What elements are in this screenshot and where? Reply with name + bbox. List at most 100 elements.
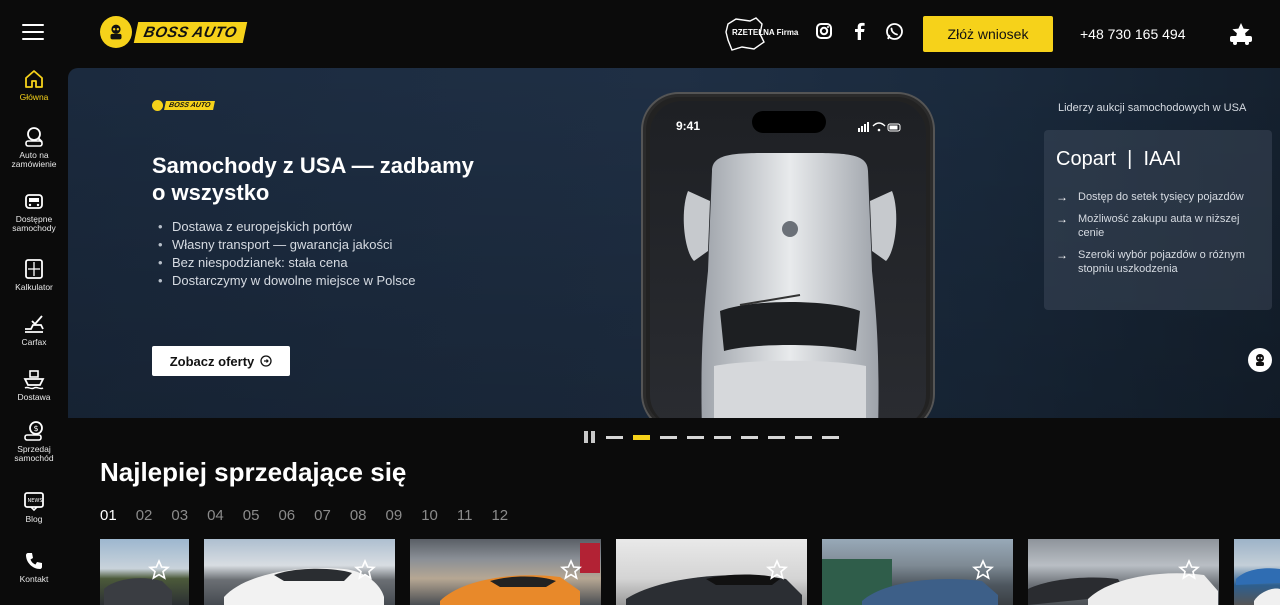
whatsapp-icon[interactable] xyxy=(885,22,905,42)
best-sellers-carousel xyxy=(100,539,1280,605)
car-card[interactable] xyxy=(1234,539,1280,605)
hero-logo-text: BOSS AUTO xyxy=(164,101,216,110)
sidebar-item-label: Dostawa xyxy=(17,392,51,402)
page-number[interactable]: 11 xyxy=(457,507,473,524)
page-number[interactable]: 10 xyxy=(421,507,438,524)
favorite-star-icon[interactable] xyxy=(148,559,170,581)
car-card[interactable] xyxy=(410,539,601,605)
hero-bullet: Bez niespodzianek: stała cena xyxy=(152,254,415,272)
slide-dot-active[interactable] xyxy=(633,434,650,440)
slide-dot[interactable] xyxy=(606,435,623,439)
favorite-star-icon[interactable] xyxy=(1178,559,1200,581)
auction-point: Szeroki wybór pojazdów o różnym stopniu … xyxy=(1056,248,1261,276)
sidebar-item-label: Auto na zamówienie xyxy=(11,150,57,169)
sidebar-item-sprzedaj-samochod[interactable]: $ Sprzedaj samochód xyxy=(0,420,68,463)
instagram-icon[interactable] xyxy=(815,22,835,42)
hero-bullet: Dostawa z europejskich portów xyxy=(152,218,415,236)
slide-dot[interactable] xyxy=(768,435,785,439)
see-offers-button[interactable]: Zobacz oferty xyxy=(152,346,290,376)
hero-tagline: Liderzy aukcji samochodowych w USA xyxy=(1058,102,1247,114)
submit-request-button[interactable]: Złóż wniosek xyxy=(923,16,1053,52)
slider-pagination xyxy=(584,431,839,443)
page-number[interactable]: 07 xyxy=(314,507,331,524)
phone-icon xyxy=(26,553,42,569)
car-card[interactable] xyxy=(616,539,807,605)
page-number[interactable]: 03 xyxy=(171,507,188,524)
favorite-star-icon[interactable] xyxy=(354,559,376,581)
phone-mockup: 9:41 xyxy=(643,94,933,418)
car-top-view-image xyxy=(683,152,897,418)
hero-bullet-list: Dostawa z europejskich portów Własny tra… xyxy=(152,218,415,290)
hero-title: Samochody z USA — zadbamy o wszystko xyxy=(152,153,474,205)
best-sellers-pager: 01 02 03 04 05 06 07 08 09 10 11 12 xyxy=(100,507,527,524)
page-number[interactable]: 09 xyxy=(386,507,403,524)
hero-logo: BOSS AUTO xyxy=(152,100,216,111)
slide-dot[interactable] xyxy=(795,435,812,439)
phone-number-link[interactable]: +48 730 165 494 xyxy=(1080,26,1186,42)
car-front-icon xyxy=(25,194,43,209)
see-offers-label: Zobacz oferty xyxy=(169,353,255,369)
favorite-star-icon[interactable] xyxy=(972,559,994,581)
car-card[interactable] xyxy=(1028,539,1219,605)
svg-text:$: $ xyxy=(34,424,39,433)
news-icon: NEWS xyxy=(24,492,44,512)
hero-bullet: Dostarczymy w dowolne miejsce w Polsce xyxy=(152,272,415,290)
sidebar-item-label: Kontakt xyxy=(19,574,49,584)
arrow-circle-icon xyxy=(260,355,272,367)
sidebar-item-label: Kalkulator xyxy=(15,282,53,292)
calculator-icon xyxy=(25,259,43,279)
sidebar-item-dostawa[interactable]: Dostawa xyxy=(0,368,68,402)
ship-icon xyxy=(23,370,45,390)
sidebar-item-label: Blog xyxy=(25,514,43,524)
car-card[interactable] xyxy=(204,539,395,605)
facebook-icon[interactable] xyxy=(852,22,872,42)
sidebar-item-dostepne-samochody[interactable]: Dostępne samochody xyxy=(0,190,68,233)
sidebar-item-kalkulator[interactable]: Kalkulator xyxy=(0,258,68,292)
menu-icon[interactable] xyxy=(22,24,44,42)
search-car-icon xyxy=(25,127,43,147)
carfax-icon xyxy=(25,315,44,333)
page-number[interactable]: 06 xyxy=(278,507,295,524)
hero-banner: BOSS AUTO Samochody z USA — zadbamy o ws… xyxy=(68,68,1280,418)
slide-dot[interactable] xyxy=(660,435,677,439)
top-bar: BOSS AUTO RZETELNA Firma Złóż wniosek +4… xyxy=(0,0,1280,68)
sidebar-item-label: Dostępne samochody xyxy=(12,214,56,233)
sidebar-item-kontakt[interactable]: Kontakt xyxy=(0,550,68,584)
section-title: Najlepiej sprzedające się xyxy=(100,457,407,487)
chat-support-icon[interactable] xyxy=(1248,348,1272,372)
favorite-star-icon[interactable] xyxy=(766,559,788,581)
logo-text: BOSS AUTO xyxy=(133,21,248,43)
rzetelna-firma-badge[interactable]: RZETELNA Firma xyxy=(724,16,800,52)
sidebar-item-blog[interactable]: NEWS Blog xyxy=(0,490,68,524)
page-number[interactable]: 08 xyxy=(350,507,367,524)
sidebar-item-label: Główna xyxy=(19,92,49,102)
logo[interactable]: BOSS AUTO xyxy=(100,16,248,48)
page-number-active[interactable]: 01 xyxy=(100,507,117,524)
sell-car-icon: $ xyxy=(24,421,43,441)
page-number[interactable]: 05 xyxy=(243,507,260,524)
sidebar-item-label: Carfax xyxy=(21,337,47,347)
slide-dot[interactable] xyxy=(714,435,731,439)
pause-icon[interactable] xyxy=(584,431,596,443)
car-card[interactable] xyxy=(100,539,189,605)
car-card[interactable] xyxy=(822,539,1013,605)
sidebar: Główna Auto na zamówienie Dostępne samoc… xyxy=(0,68,68,605)
hero-bullet: Własny transport — gwarancja jakości xyxy=(152,236,415,254)
slide-dot[interactable] xyxy=(687,435,704,439)
slide-dot[interactable] xyxy=(822,435,839,439)
sidebar-item-home[interactable]: Główna xyxy=(0,68,68,102)
favorites-car-star-icon[interactable] xyxy=(1228,22,1254,46)
page-number[interactable]: 02 xyxy=(136,507,153,524)
sidebar-item-label: Sprzedaj samochód xyxy=(14,444,54,463)
phone-dynamic-island xyxy=(752,111,826,133)
slide-dot[interactable] xyxy=(741,435,758,439)
auction-brands: Copart | IAAI xyxy=(1056,148,1182,170)
favorite-star-icon[interactable] xyxy=(560,559,582,581)
sidebar-item-carfax[interactable]: Carfax xyxy=(0,313,68,347)
auction-point: Dostęp do setek tysięcy pojazdów xyxy=(1056,190,1261,204)
sidebar-item-auto-na-zamowienie[interactable]: Auto na zamówienie xyxy=(0,126,68,169)
page-number[interactable]: 12 xyxy=(491,507,508,524)
home-icon xyxy=(25,70,43,88)
page-number[interactable]: 04 xyxy=(207,507,224,524)
auction-points-list: Dostęp do setek tysięcy pojazdów Możliwo… xyxy=(1056,190,1261,284)
